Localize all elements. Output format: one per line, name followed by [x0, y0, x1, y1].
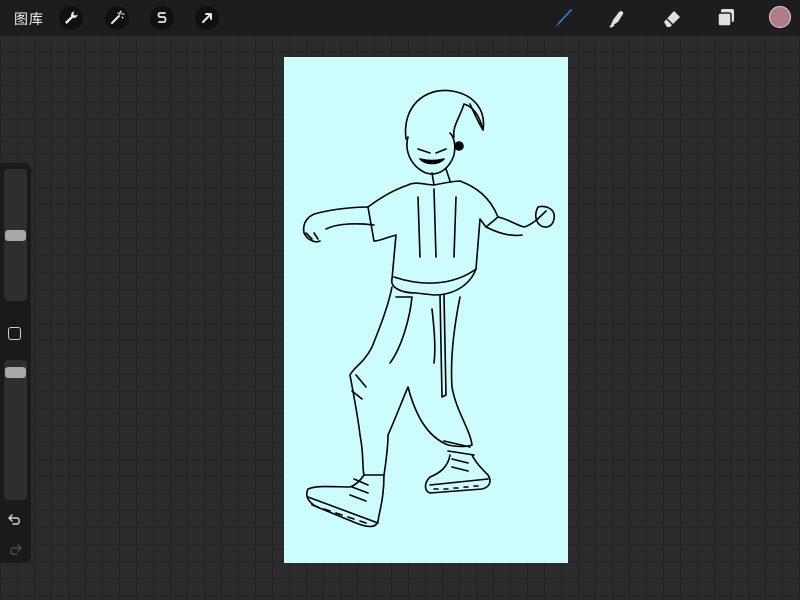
redo-icon[interactable]: [6, 540, 24, 558]
left-sidebar: [0, 163, 31, 563]
brush-icon[interactable]: [550, 5, 576, 31]
arrow-icon[interactable]: [195, 6, 219, 30]
brush-size-slider[interactable]: [4, 169, 27, 301]
undo-icon[interactable]: [6, 510, 24, 528]
selection-s-icon[interactable]: [150, 6, 174, 30]
opacity-slider-thumb[interactable]: [5, 367, 26, 378]
wrench-icon[interactable]: [59, 6, 83, 30]
layers-icon[interactable]: [713, 5, 739, 31]
brush-size-slider-thumb[interactable]: [5, 230, 26, 241]
smudge-finger-icon[interactable]: [604, 5, 630, 31]
line-drawing-artwork: [302, 89, 556, 528]
magic-wand-icon[interactable]: [105, 6, 129, 30]
drawing-canvas[interactable]: [284, 57, 568, 563]
opacity-slider[interactable]: [4, 360, 27, 500]
color-swatch-button[interactable]: [769, 6, 791, 28]
eraser-icon[interactable]: [659, 5, 685, 31]
top-toolbar: 图库: [0, 0, 800, 36]
gallery-button[interactable]: 图库: [14, 9, 44, 29]
square-icon[interactable]: [8, 327, 21, 340]
